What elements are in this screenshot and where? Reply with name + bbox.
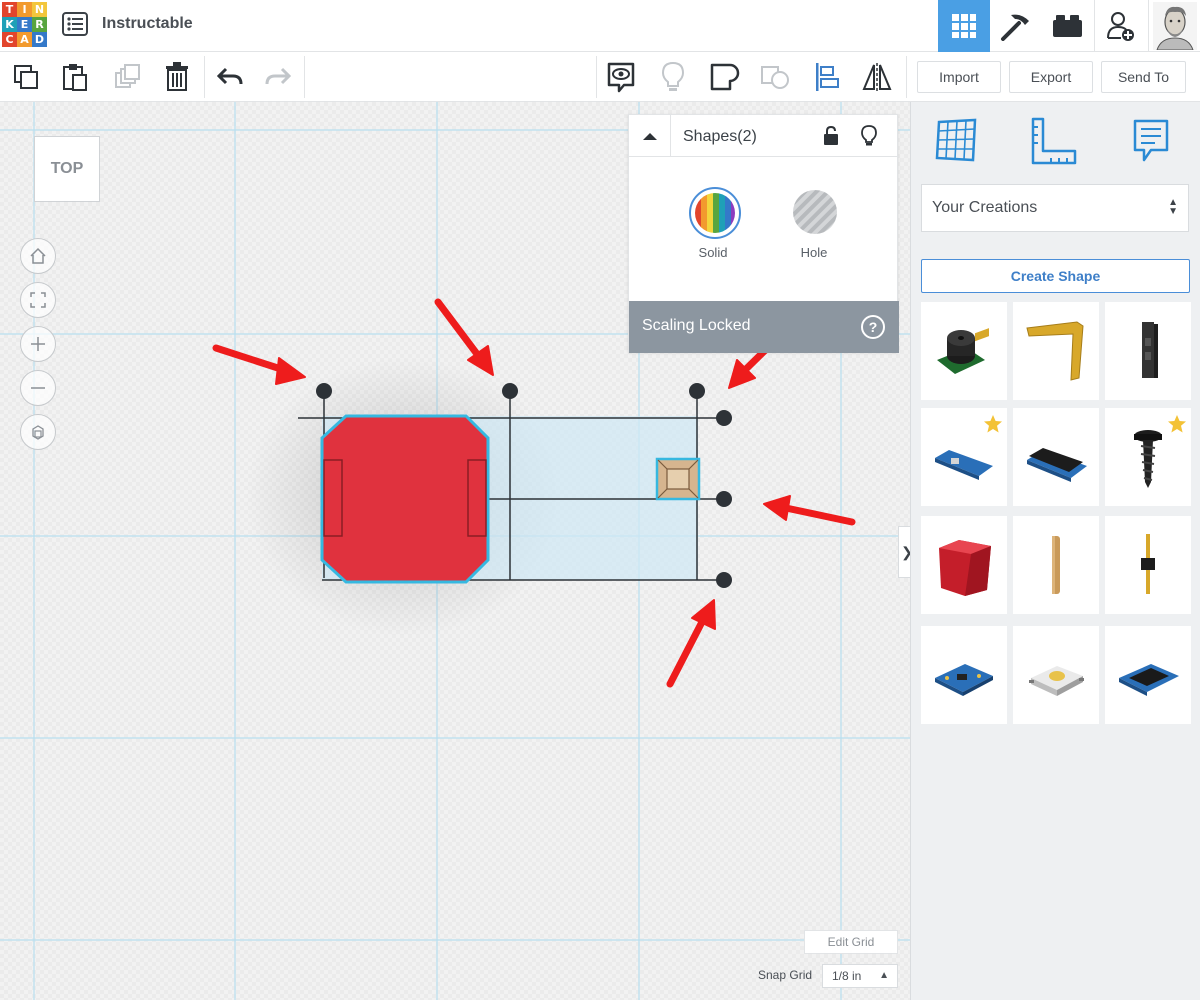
shape-category-select[interactable]: Your Creations ▲ ▼ — [921, 184, 1189, 232]
height-handle[interactable] — [316, 383, 332, 399]
snap-grid-label: Snap Grid — [758, 968, 813, 982]
snap-grid-value: 1/8 in — [832, 969, 862, 983]
ruler-icon[interactable] — [1029, 116, 1077, 166]
add-user-icon[interactable] — [1094, 0, 1146, 52]
logo-letter: D — [32, 32, 47, 47]
create-shape-button[interactable]: Create Shape — [921, 259, 1190, 293]
inspector-header: Shapes(2) — [629, 115, 899, 157]
send-to-button[interactable]: Send To — [1101, 61, 1186, 93]
copy-icon[interactable] — [9, 60, 43, 94]
rainbow-swatch-icon[interactable] — [689, 187, 741, 239]
logo-letter: R — [32, 17, 47, 32]
group-icon[interactable] — [708, 60, 742, 94]
undo-icon[interactable] — [213, 60, 247, 94]
toolbar-divider — [596, 56, 597, 98]
buzzer-shape[interactable] — [921, 302, 1007, 400]
arduino-nano-shape[interactable] — [921, 408, 1007, 506]
resize-handle[interactable] — [716, 572, 732, 588]
delete-icon[interactable] — [160, 60, 194, 94]
logo-letter: C — [2, 32, 17, 47]
notes-icon[interactable] — [1127, 116, 1175, 166]
tinkercad-logo[interactable]: TINKERCAD — [2, 2, 48, 48]
red-box-solid[interactable] — [320, 414, 490, 584]
annotation-arrow — [212, 344, 306, 385]
align-icon[interactable] — [810, 60, 844, 94]
help-icon[interactable]: ? — [861, 315, 885, 339]
push-button-shape[interactable] — [1013, 626, 1099, 724]
star-icon — [1167, 414, 1187, 439]
star-icon — [983, 414, 1003, 439]
resize-handle[interactable] — [716, 491, 732, 507]
oled-display-shape[interactable] — [1105, 626, 1191, 724]
dowel-shape[interactable] — [1013, 516, 1099, 614]
export-button[interactable]: Export — [1009, 61, 1093, 93]
shape-inspector: Shapes(2) Solid Hole Scaling Locked ? — [628, 114, 899, 353]
show-all-icon[interactable] — [604, 60, 638, 94]
workplane[interactable]: TOP Shapes(2) Solid Hole Scaling Locked … — [0, 102, 910, 1000]
arduino-board-shape[interactable] — [1013, 408, 1099, 506]
avatar[interactable] — [1148, 0, 1200, 52]
logo-letter: E — [17, 17, 32, 32]
edit-grid-button[interactable]: Edit Grid — [804, 930, 898, 954]
bulb-icon[interactable] — [656, 60, 690, 94]
top-bar: TINKERCAD Instructable — [0, 0, 1200, 52]
shapes-sidebar: Your Creations ▲ ▼ Create Shape — [910, 102, 1200, 1000]
paste-icon[interactable] — [58, 60, 92, 94]
height-handle[interactable] — [689, 383, 705, 399]
lego-brick-icon[interactable] — [1042, 0, 1094, 52]
solid-label: Solid — [698, 245, 728, 260]
design-list-icon[interactable] — [62, 12, 88, 36]
logo-letter: A — [17, 32, 32, 47]
toolbar-divider — [204, 56, 205, 98]
hole-option[interactable]: Hole — [779, 187, 849, 260]
grid-icon[interactable] — [933, 116, 981, 166]
scaling-locked-text: Scaling Locked — [642, 317, 751, 334]
l-bracket-shape[interactable] — [1013, 302, 1099, 400]
codeblocks-icon[interactable] — [990, 0, 1042, 52]
3d-design-icon[interactable] — [938, 0, 990, 52]
design-title[interactable]: Instructable — [102, 15, 193, 33]
shape-category-value: Your Creations — [932, 199, 1038, 216]
annotation-arrow — [666, 599, 716, 688]
scaling-locked-bar: Scaling Locked ? — [629, 301, 899, 353]
caret-up-icon: ▲ — [879, 970, 889, 981]
toolbar-divider — [304, 56, 305, 98]
hole-label: Hole — [800, 245, 828, 260]
unlock-icon[interactable] — [823, 125, 839, 152]
redo-icon[interactable] — [261, 60, 295, 94]
bulb-icon[interactable] — [861, 125, 877, 152]
toolbar-divider — [906, 56, 907, 98]
duplicate-icon[interactable] — [110, 60, 144, 94]
solid-option[interactable]: Solid — [678, 187, 748, 260]
logo-letter: N — [32, 2, 47, 17]
ungroup-icon[interactable] — [758, 60, 792, 94]
mirror-icon[interactable] — [860, 60, 894, 94]
import-button[interactable]: Import — [917, 61, 1001, 93]
logo-letter: K — [2, 17, 17, 32]
snap-grid-select[interactable]: 1/8 in ▲ — [822, 964, 898, 988]
logo-letter: T — [2, 2, 17, 17]
red-box-shape[interactable] — [921, 516, 1007, 614]
screw-shape[interactable] — [1105, 408, 1191, 506]
header-pin-shape[interactable] — [1105, 516, 1191, 614]
collapse-up-icon[interactable] — [629, 115, 671, 157]
inspector-title: Shapes(2) — [683, 128, 757, 145]
connector-shape[interactable] — [1105, 302, 1191, 400]
logo-letter: I — [17, 2, 32, 17]
hole-swatch-icon[interactable] — [790, 187, 838, 235]
resize-handle[interactable] — [716, 410, 732, 426]
sensor-board-shape[interactable] — [921, 626, 1007, 724]
height-handle[interactable] — [502, 383, 518, 399]
toolbar: Import Export Send To — [0, 52, 1200, 102]
annotation-arrow — [763, 495, 856, 526]
select-arrows-icon: ▲ ▼ — [1168, 197, 1178, 217]
sidebar-toggle[interactable]: ❯ — [898, 526, 910, 578]
